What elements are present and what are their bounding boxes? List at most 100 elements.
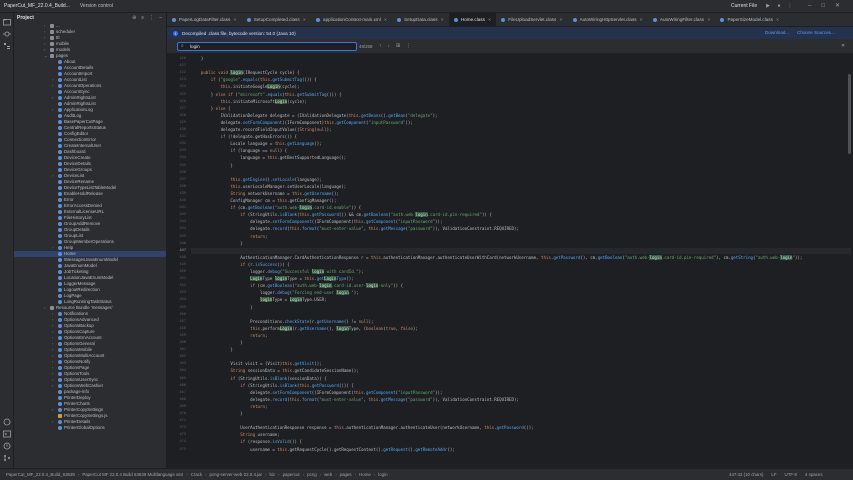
line-number[interactable]: 458 (180, 326, 187, 330)
line-number[interactable]: 441 (180, 205, 187, 209)
terminal-tool-icon[interactable] (3, 430, 11, 438)
close-tab-icon[interactable]: ✕ (441, 17, 444, 22)
code-line[interactable]: AuthenticationManager.CardAuthentication… (191, 254, 802, 261)
file-encoding[interactable]: UTF-8 (785, 472, 797, 477)
line-number[interactable]: 430 (180, 127, 187, 131)
code-line[interactable]: if (cm.getBoolean("auth.web-login.card-i… (191, 205, 361, 211)
code-line[interactable]: } (191, 340, 242, 346)
breadcrumb-item[interactable]: pages (340, 472, 352, 477)
code-line[interactable]: String sessionData = this.getCandidateSe… (191, 368, 358, 374)
close-tab-icon[interactable]: ✕ (233, 17, 236, 22)
editor-tab[interactable]: FileUploadServlet.class ✕ (496, 13, 567, 26)
line-number-gutter[interactable]: 420 421 422 423 424 425 426 427 428 429 430 431 432 4… (167, 54, 189, 468)
code-line[interactable]: String networkUsername = this.getUsernam… (191, 191, 339, 197)
project-panel-title[interactable]: Project (17, 15, 34, 21)
line-number[interactable]: 423 (180, 77, 187, 81)
code-line[interactable]: if (StringUtils.isBlank(this.getPassword… (191, 383, 353, 389)
line-number[interactable]: 472 (180, 425, 187, 429)
code-line[interactable]: delegate.record(this.format("must-enter-… (191, 397, 519, 403)
close-tab-icon[interactable]: ✕ (640, 17, 643, 22)
close-tab-icon[interactable]: ✕ (707, 17, 710, 22)
line-number[interactable]: 435 (180, 163, 187, 167)
line-number[interactable]: 428 (180, 113, 187, 117)
code-line[interactable]: LoginType loginType = this.getLoginType(… (191, 276, 354, 282)
filter-icon[interactable]: ⊞ (396, 43, 400, 49)
code-line[interactable]: } (191, 241, 242, 247)
editor-tab[interactable]: AutoWiringHttpServlet.class ✕ (568, 13, 648, 26)
code-line[interactable]: Preconditions.checkState(r.getUsername()… (191, 319, 373, 325)
line-number[interactable]: 442 (180, 212, 187, 216)
code-line[interactable]: this.userLocaleManager.setUserLocale(lan… (191, 184, 346, 190)
commit-tool-icon[interactable] (3, 30, 11, 38)
code-line[interactable] (191, 247, 851, 254)
close-tab-icon[interactable]: ✕ (488, 17, 491, 22)
tree-item[interactable]: PrinterGlobalOptions (14, 425, 166, 431)
locate-icon[interactable]: ⊕ (132, 15, 136, 21)
line-number[interactable]: 465 (180, 376, 187, 380)
line-number[interactable]: 456 (180, 312, 187, 316)
code-line[interactable]: Locale language = this.getLanguage(); (191, 141, 321, 147)
editor-tab[interactable]: Home.class ✕ (448, 13, 497, 26)
download-link[interactable]: Download... (765, 30, 789, 35)
code-line[interactable]: } (191, 56, 203, 62)
line-number[interactable]: 466 (180, 383, 187, 387)
code-line[interactable]: public void login(IRequestCycle cycle) { (191, 70, 299, 76)
code-line[interactable]: logger.debug("Forcing end-user login."); (191, 290, 359, 296)
close-find-icon[interactable]: ✕ (841, 43, 845, 49)
code-line[interactable]: if (language == null) { (191, 148, 287, 154)
debug-icon[interactable]: ● (776, 3, 782, 9)
line-number[interactable]: 422 (180, 70, 187, 74)
editor-tab[interactable]: SetupData.class ✕ (392, 13, 449, 26)
line-number[interactable]: 455 (180, 305, 187, 309)
editor-tab[interactable]: SetupCompleted.class ✕ (242, 13, 311, 26)
line-number[interactable]: 467 (180, 390, 187, 394)
line-number[interactable]: 464 (180, 368, 187, 372)
line-number[interactable]: 429 (180, 120, 187, 124)
code-line[interactable]: return; (191, 333, 267, 339)
breadcrumb-item[interactable]: Home (359, 472, 371, 477)
breadcrumb-item[interactable]: PaperCut_MF_22.0.4_Build_63639 (6, 472, 75, 477)
line-number[interactable]: 438 (180, 184, 187, 188)
code-line[interactable]: delegate.recordFieldInputValue((String)n… (191, 127, 332, 133)
code-line[interactable]: if ("google".equals(this.getSubmitTag())… (191, 77, 317, 83)
line-number[interactable]: 473 (180, 432, 187, 436)
code-editor[interactable]: 420 421 422 423 424 425 426 427 428 429 430 431 432 4… (167, 54, 853, 468)
line-number[interactable]: 431 (180, 134, 187, 138)
line-number[interactable]: 452 (180, 283, 187, 287)
line-number[interactable]: 445 (180, 234, 187, 238)
collapse-all-icon[interactable]: ≡ (141, 15, 144, 21)
minimize-icon[interactable]: – (808, 2, 811, 10)
editor-scrollbar[interactable] (847, 54, 852, 468)
line-number[interactable]: 469 (180, 404, 187, 408)
next-match-icon[interactable]: ↓ (388, 43, 391, 49)
run-icon[interactable]: ▶ (765, 3, 771, 9)
structure-tool-icon[interactable] (3, 42, 11, 50)
code-line[interactable]: if (StringUtils.isBlank(this.getPassword… (191, 212, 492, 218)
line-number[interactable]: 444 (180, 226, 187, 230)
line-number[interactable]: 451 (180, 276, 187, 280)
code-line[interactable]: } else if ("microsoft".equals(this.getSu… (191, 92, 342, 98)
line-number[interactable]: 433 (180, 148, 187, 152)
editor-tab[interactable]: applicationContext-main.xml ✕ (311, 13, 392, 26)
search-input[interactable]: login (177, 42, 357, 51)
line-number[interactable]: 427 (180, 106, 187, 110)
project-title[interactable]: PaperCut_MF_22.0.4_Build... (4, 3, 70, 9)
breadcrumb-item[interactable]: pcng (307, 472, 317, 477)
line-number[interactable]: 424 (180, 84, 187, 88)
close-icon[interactable]: ✕ (835, 2, 840, 10)
code-line[interactable]: UserAuthenticationResponse response = th… (191, 425, 533, 431)
line-number[interactable]: 436 (180, 170, 187, 174)
breadcrumb-item[interactable]: pcng-server-web-22.0.4.jar (210, 472, 262, 477)
line-number[interactable]: 468 (180, 397, 187, 401)
code-line[interactable]: delegate.setFormComponent((IFormComponen… (191, 219, 442, 225)
version-control-menu[interactable]: Version control (80, 3, 113, 9)
code-line[interactable]: this.initiateGoogleLogin(cycle); (191, 84, 299, 90)
options-icon[interactable]: ⋮ (149, 15, 154, 21)
breadcrumb-item[interactable]: biz (269, 472, 275, 477)
line-number[interactable]: 437 (180, 177, 187, 181)
line-number[interactable]: 449 (180, 262, 187, 266)
breadcrumb-item[interactable]: PaperCut MF 22.0.4 Build 63639 Multilang… (82, 472, 183, 477)
line-number[interactable]: 434 (180, 155, 187, 159)
code-line[interactable]: if (r.isSuccess()) { (191, 262, 289, 268)
code-line[interactable]: username = this.getRequestCycle().getReq… (191, 447, 455, 453)
